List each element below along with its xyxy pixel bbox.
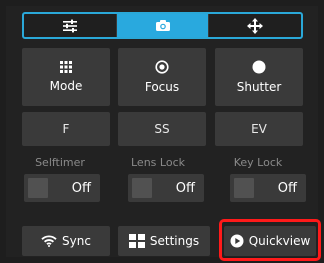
mode-label: Mode	[49, 79, 83, 93]
mode-button[interactable]: Mode	[22, 48, 110, 106]
aperture-label: F	[62, 122, 70, 136]
exposure-value-label: EV	[251, 122, 267, 136]
grid-icon	[60, 61, 72, 73]
focus-button[interactable]: Focus	[118, 48, 206, 106]
shutter-circle-icon	[252, 60, 266, 74]
settings-label: Settings	[149, 234, 200, 248]
tab-bar	[22, 12, 303, 39]
key-lock-toggle[interactable]: Off	[230, 174, 306, 202]
shutter-button[interactable]: Shutter	[215, 48, 303, 106]
tab-move[interactable]	[209, 14, 301, 37]
key-lock-caption: Key Lock	[233, 156, 283, 169]
toggle-knob	[28, 178, 48, 198]
sliders-icon	[62, 19, 78, 33]
tab-sliders[interactable]	[24, 14, 117, 37]
shutter-speed-label: SS	[154, 122, 170, 136]
camera-icon	[155, 19, 171, 32]
settings-button[interactable]: Settings	[118, 226, 210, 256]
sync-label: Sync	[62, 234, 91, 248]
key-lock-value: Off	[277, 180, 297, 196]
lens-lock-toggle[interactable]: Off	[128, 174, 204, 202]
toggle-knob	[234, 178, 254, 198]
selftimer-caption: Selftimer	[35, 156, 85, 169]
lens-lock-value: Off	[175, 180, 195, 196]
selftimer-toggle[interactable]: Off	[24, 174, 100, 202]
tab-camera[interactable]	[116, 14, 210, 37]
selftimer-value: Off	[71, 180, 91, 196]
wifi-icon	[41, 235, 57, 247]
aperture-button[interactable]: F	[22, 112, 110, 146]
settings-grid-icon	[128, 234, 145, 248]
exposure-value-button[interactable]: EV	[215, 112, 303, 146]
sync-button[interactable]: Sync	[22, 226, 110, 256]
quickview-highlight	[219, 219, 321, 261]
focus-label: Focus	[144, 80, 180, 94]
move-arrows-icon	[247, 17, 264, 34]
focus-target-icon	[155, 60, 169, 74]
shutter-speed-button[interactable]: SS	[118, 112, 206, 146]
shutter-label: Shutter	[236, 80, 282, 94]
lens-lock-caption: Lens Lock	[131, 156, 185, 169]
toggle-knob	[132, 178, 152, 198]
